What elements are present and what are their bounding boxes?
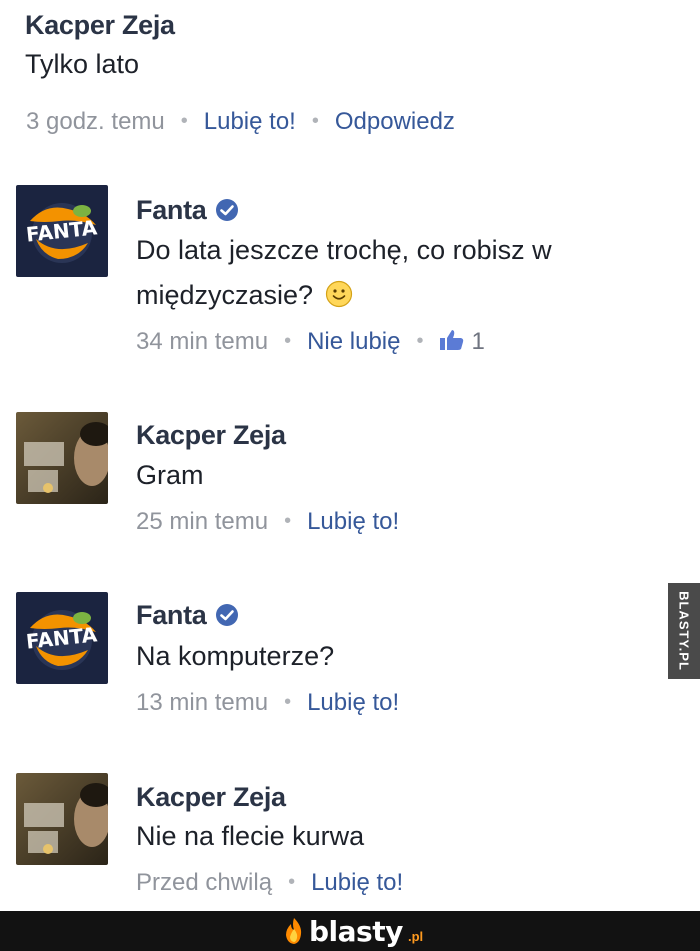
separator-dot: • (311, 110, 319, 132)
comment-timestamp[interactable]: 3 godz. temu (26, 108, 165, 135)
side-watermark: BLASTY.PL (668, 583, 700, 679)
separator-dot: • (284, 510, 292, 532)
comment-author[interactable]: Kacper Zeja (136, 782, 286, 813)
comment-author[interactable]: Kacper Zeja (25, 10, 175, 41)
comment-thread: Kacper Zeja Tylko lato 3 godz. temu • Lubi… (0, 0, 700, 951)
avatar[interactable]: FANTA (16, 592, 108, 684)
comment-timestamp[interactable]: 34 min temu (136, 328, 268, 355)
reply-link[interactable]: Odpowiedz (335, 108, 455, 135)
comment-author[interactable]: Kacper Zeja (136, 420, 286, 451)
brand-name: blasty (309, 915, 403, 948)
comment-meta: 3 godz. temu • Lubię to! • Odpowiedz (26, 108, 455, 136)
comment-text: Nie na flecie kurwa (136, 821, 365, 851)
fanta-logo-icon: FANTA (16, 185, 108, 277)
comment-meta: Przed chwilą • Lubię to! (136, 869, 403, 897)
comment-meta: 34 min temu • Nie lubię • 1 (136, 328, 485, 359)
comment-timestamp[interactable]: 25 min temu (136, 508, 268, 535)
like-link[interactable]: Lubię to! (307, 689, 399, 716)
separator-dot: • (180, 110, 188, 132)
separator-dot: • (284, 330, 292, 352)
separator-dot: • (284, 691, 292, 713)
separator-dot: • (416, 330, 424, 352)
unlike-link[interactable]: Nie lubię (307, 328, 400, 355)
comment-text: Do lata jeszcze trochę, co robisz w (136, 235, 552, 265)
fanta-logo-icon: FANTA (16, 592, 108, 684)
comment-text: Gram (136, 460, 204, 490)
like-link[interactable]: Lubię to! (311, 869, 403, 896)
flame-icon (286, 918, 302, 944)
comment-text: Tylko lato (25, 49, 140, 79)
watermark-text: BLASTY.PL (676, 591, 692, 671)
comment-author[interactable]: Fanta (136, 600, 239, 634)
smile-emoji-icon (325, 277, 353, 322)
comment-timestamp[interactable]: 13 min temu (136, 689, 268, 716)
comment-meta: 25 min temu • Lubię to! (136, 508, 399, 536)
avatar[interactable]: FANTA (16, 185, 108, 277)
comment-text: Na komputerze? (136, 641, 335, 671)
verified-badge-icon (215, 603, 239, 634)
brand-tld: .pl (408, 929, 424, 944)
separator-dot: • (288, 871, 296, 893)
like-count[interactable]: 1 (471, 328, 484, 355)
comment-text: międzyczasie? (136, 273, 353, 322)
like-thumb-icon (439, 328, 465, 359)
footer-watermark-bar: blasty .pl (0, 911, 700, 951)
avatar[interactable] (16, 773, 108, 865)
verified-badge-icon (215, 198, 239, 229)
user-photo-icon (16, 773, 108, 865)
like-link[interactable]: Lubię to! (204, 108, 296, 135)
comment-meta: 13 min temu • Lubię to! (136, 689, 399, 717)
comment-timestamp[interactable]: Przed chwilą (136, 869, 272, 896)
comment-author[interactable]: Fanta (136, 195, 239, 229)
like-link[interactable]: Lubię to! (307, 508, 399, 535)
user-photo-icon (16, 412, 108, 504)
avatar[interactable] (16, 412, 108, 504)
